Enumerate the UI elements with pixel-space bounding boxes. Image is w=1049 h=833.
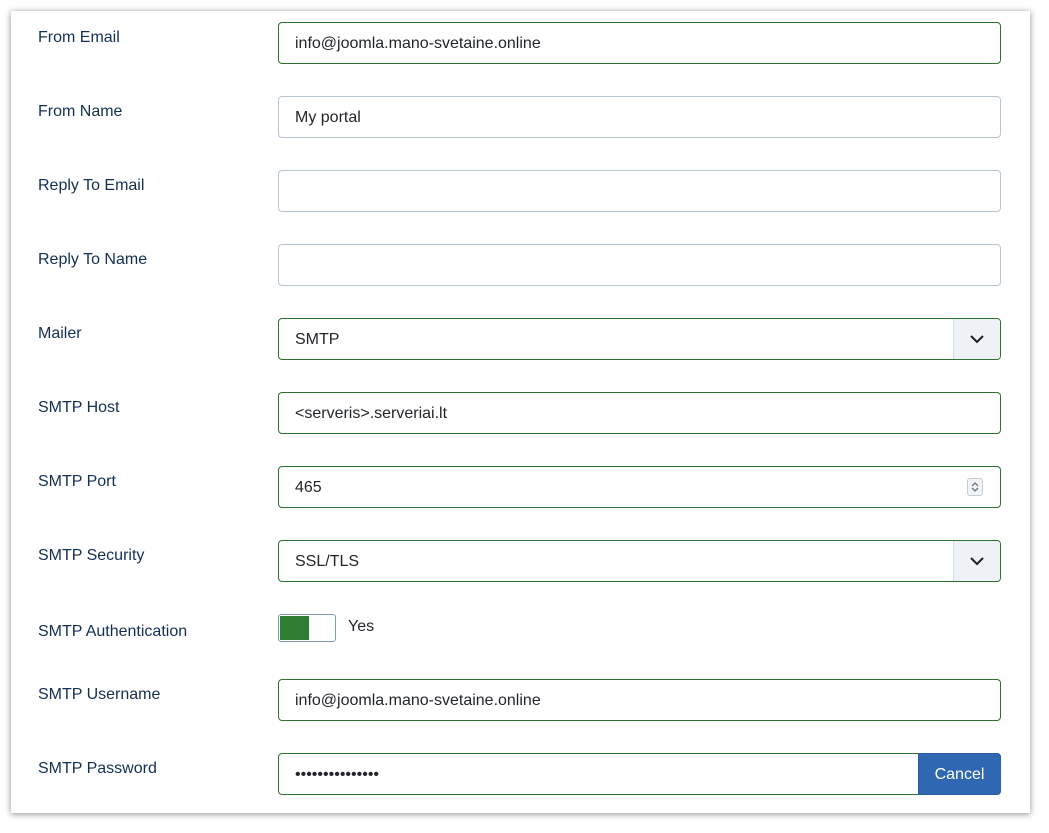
smtp-security-select[interactable]: SSL/TLS	[278, 540, 1001, 582]
mail-settings-card: From Email info@joomla.mano-svetaine.onl…	[11, 11, 1030, 813]
smtp-port-input[interactable]: 465	[278, 466, 1001, 508]
smtp-password-value: •••••••••••••••	[295, 766, 380, 783]
mailer-select[interactable]: SMTP	[278, 318, 1001, 360]
from-name-label: From Name	[38, 103, 123, 120]
port-spinner[interactable]	[967, 478, 983, 496]
smtp-security-label: SMTP Security	[38, 547, 145, 564]
chevron-down-icon	[970, 557, 984, 566]
row-smtp-port: SMTP Port 465	[11, 466, 1030, 508]
smtp-auth-toggle[interactable]	[278, 614, 336, 642]
smtp-auth-value: Yes	[348, 618, 375, 635]
row-mailer: Mailer SMTP	[11, 318, 1030, 360]
row-smtp-host: SMTP Host <serveris>.serveriai.lt	[11, 392, 1030, 434]
smtp-security-value: SSL/TLS	[295, 553, 360, 570]
row-smtp-password: SMTP Password ••••••••••••••• Cancel	[11, 753, 1030, 795]
from-email-label: From Email	[38, 29, 120, 46]
from-email-input[interactable]: info@joomla.mano-svetaine.online	[278, 22, 1001, 64]
smtp-port-label: SMTP Port	[38, 473, 116, 490]
row-from-email: From Email info@joomla.mano-svetaine.onl…	[11, 22, 1030, 64]
smtp-username-value: info@joomla.mano-svetaine.online	[295, 692, 541, 709]
row-reply-to-email: Reply To Email	[11, 170, 1030, 212]
smtp-host-value: <serveris>.serveriai.lt	[295, 405, 448, 422]
from-name-input[interactable]: My portal	[278, 96, 1001, 138]
row-smtp-username: SMTP Username info@joomla.mano-svetaine.…	[11, 679, 1030, 721]
cancel-button[interactable]: Cancel	[918, 753, 1001, 795]
reply-to-email-input[interactable]	[278, 170, 1001, 212]
smtp-auth-label: SMTP Authentication	[38, 623, 188, 640]
up-down-arrows-icon	[971, 482, 979, 492]
row-smtp-auth: SMTP Authentication Yes	[11, 614, 1030, 656]
smtp-security-dropdown-button[interactable]	[953, 541, 1000, 581]
reply-to-name-input[interactable]	[278, 244, 1001, 286]
toggle-knob	[280, 616, 309, 640]
smtp-port-value: 465	[295, 479, 322, 496]
mailer-label: Mailer	[38, 325, 82, 342]
smtp-username-input[interactable]: info@joomla.mano-svetaine.online	[278, 679, 1001, 721]
row-reply-to-name: Reply To Name	[11, 244, 1030, 286]
row-smtp-security: SMTP Security SSL/TLS	[11, 540, 1030, 582]
smtp-password-label: SMTP Password	[38, 760, 157, 777]
smtp-username-label: SMTP Username	[38, 686, 161, 703]
from-email-value: info@joomla.mano-svetaine.online	[295, 35, 541, 52]
mailer-value: SMTP	[295, 331, 340, 348]
from-name-value: My portal	[295, 109, 361, 126]
smtp-host-label: SMTP Host	[38, 399, 120, 416]
smtp-password-input[interactable]: ••••••••••••••• Cancel	[278, 753, 1001, 795]
reply-to-email-label: Reply To Email	[38, 177, 145, 194]
smtp-host-input[interactable]: <serveris>.serveriai.lt	[278, 392, 1001, 434]
mailer-dropdown-button[interactable]	[953, 319, 1000, 359]
row-from-name: From Name My portal	[11, 96, 1030, 138]
chevron-down-icon	[970, 335, 984, 344]
reply-to-name-label: Reply To Name	[38, 251, 148, 268]
